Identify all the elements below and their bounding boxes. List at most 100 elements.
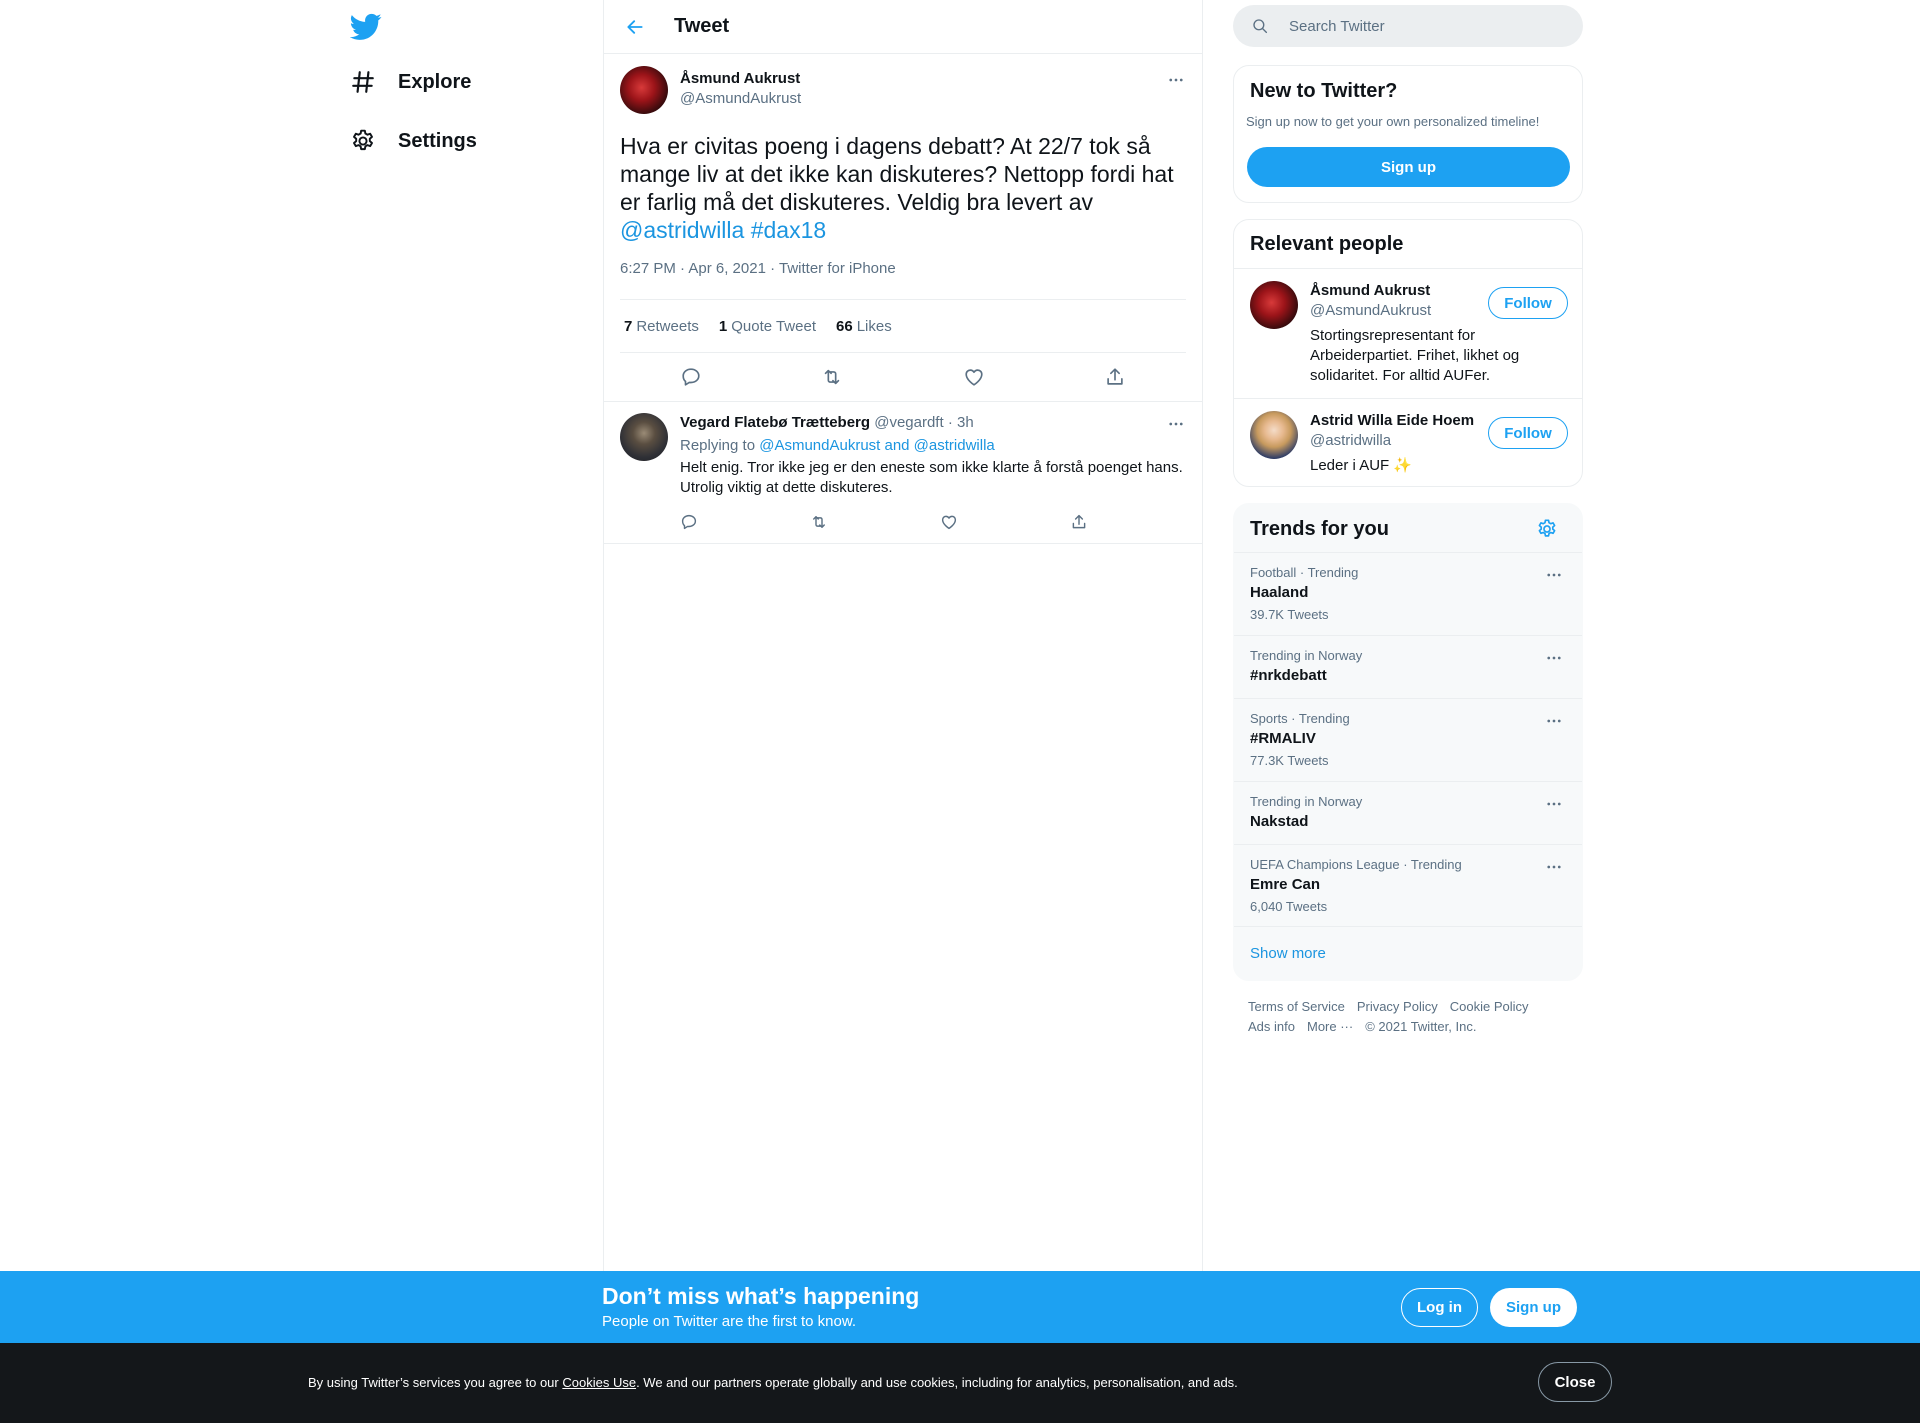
cookie-close-button[interactable]: Close — [1538, 1362, 1612, 1402]
more-options-icon[interactable] — [1164, 412, 1188, 436]
reply-author-handle[interactable]: @vegardft — [874, 414, 943, 431]
author-avatar[interactable] — [620, 66, 668, 114]
likes-label: Likes — [856, 317, 892, 335]
hashtag-icon — [350, 69, 376, 95]
replying-to-users[interactable]: @AsmundAukrust and @astridwilla — [759, 437, 995, 454]
trend-item[interactable]: Football · Trending Haaland 39.7K Tweets — [1234, 552, 1582, 635]
relevant-people-title: Relevant people — [1250, 233, 1404, 255]
footer-link[interactable]: Cookie Policy — [1450, 999, 1529, 1014]
quotes-label: Quote Tweet — [731, 317, 816, 335]
trend-name: Haaland — [1250, 584, 1309, 601]
trend-count: 77.3K Tweets — [1250, 753, 1329, 768]
tweet-stats: 7 Retweets 1 Quote Tweet 66 Likes — [620, 300, 1186, 353]
more-options-icon[interactable] — [1542, 857, 1566, 877]
reply-author-avatar[interactable] — [620, 413, 668, 461]
cookie-text-after: . We and our partners operate globally a… — [636, 1375, 1238, 1390]
person-name[interactable]: Åsmund Aukrust — [1310, 282, 1430, 299]
banner-subtitle: People on Twitter are the first to know. — [602, 1313, 857, 1330]
person-bio: Stortingsrepresentant for Arbeiderpartie… — [1310, 327, 1520, 384]
new-to-twitter-title: New to Twitter? — [1250, 80, 1398, 102]
retweets-count: 7 — [624, 317, 633, 335]
twitter-bird-icon[interactable] — [349, 10, 382, 42]
search-box[interactable] — [1233, 5, 1583, 47]
person-asmund[interactable]: Åsmund Aukrust @AsmundAukrust Stortingsr… — [1234, 268, 1582, 398]
trend-item[interactable]: Trending in Norway #nrkdebatt — [1234, 635, 1582, 698]
page-title: Tweet — [674, 15, 730, 37]
likes-stat[interactable]: 66 Likes — [836, 318, 892, 335]
show-more-link[interactable]: Show more — [1250, 945, 1326, 962]
retweet-icon[interactable] — [810, 510, 828, 534]
person-avatar[interactable] — [1250, 281, 1298, 329]
retweets-stat[interactable]: 7 Retweets — [624, 318, 699, 335]
footer-link[interactable]: Privacy Policy — [1357, 999, 1438, 1014]
new-to-twitter-subtitle: Sign up now to get your own personalized… — [1246, 114, 1540, 129]
reply-text: Helt enig. Tror ikke jeg er den eneste s… — [680, 459, 1183, 496]
footer-link[interactable]: Ads info — [1248, 1019, 1295, 1034]
signup-banner: Don’t miss what’s happening People on Tw… — [0, 1271, 1920, 1343]
retweets-label: Retweets — [636, 317, 699, 335]
more-options-icon[interactable] — [1164, 68, 1188, 92]
trend-context: Football · Trending — [1250, 565, 1359, 580]
reply-time[interactable]: · 3h — [948, 414, 974, 431]
trend-context: Trending in Norway — [1250, 794, 1363, 809]
more-options-icon[interactable] — [1542, 711, 1566, 731]
trends-title: Trends for you — [1250, 518, 1389, 540]
trend-item[interactable]: Trending in Norway Nakstad — [1234, 781, 1582, 844]
person-name[interactable]: Astrid Willa Eide Hoem — [1310, 412, 1474, 429]
like-icon[interactable] — [957, 360, 991, 394]
author-handle[interactable]: @AsmundAukrust — [680, 89, 801, 109]
main-column: Tweet Åsmund Aukrust @AsmundAukrust Hva … — [603, 0, 1203, 1271]
reply-actions — [680, 510, 1200, 534]
nav-settings-label: Settings — [398, 129, 477, 152]
login-button[interactable]: Log in — [1401, 1288, 1478, 1327]
tweet-meta[interactable]: 6:27 PM · Apr 6, 2021 · Twitter for iPho… — [620, 260, 1186, 300]
trend-count: 39.7K Tweets — [1250, 607, 1329, 622]
trends-card: Trends for you Football · Trending Haala… — [1233, 503, 1583, 981]
reply-author-name[interactable]: Vegard Flatebø Trætteberg — [680, 414, 870, 431]
reply-icon[interactable] — [680, 510, 698, 534]
trend-name: #RMALIV — [1250, 730, 1316, 747]
nav-explore-label: Explore — [398, 70, 472, 93]
footer-more-link[interactable]: More ··· — [1307, 1019, 1353, 1034]
sidebar-signup-button[interactable]: Sign up — [1247, 147, 1570, 187]
footer-link[interactable]: Terms of Service — [1248, 999, 1345, 1014]
person-handle[interactable]: @AsmundAukrust — [1310, 302, 1431, 319]
search-input[interactable] — [1289, 17, 1569, 35]
share-icon[interactable] — [1070, 510, 1088, 534]
banner-signup-button[interactable]: Sign up — [1490, 1288, 1577, 1327]
more-options-icon[interactable] — [1542, 794, 1566, 814]
trend-name: #nrkdebatt — [1250, 667, 1327, 684]
person-avatar[interactable] — [1250, 411, 1298, 459]
more-options-icon[interactable] — [1542, 648, 1566, 668]
retweet-icon[interactable] — [815, 360, 849, 394]
cookies-use-link[interactable]: Cookies Use — [562, 1375, 636, 1390]
quote-tweets-stat[interactable]: 1 Quote Tweet — [719, 318, 816, 335]
banner-title: Don’t miss what’s happening — [602, 1283, 920, 1309]
tweet-hashtag-link[interactable]: #dax18 — [751, 217, 826, 243]
search-icon — [1251, 17, 1269, 35]
nav-settings[interactable]: Settings — [350, 121, 477, 161]
nav-explore[interactable]: Explore — [350, 62, 471, 102]
trend-item[interactable]: Sports · Trending #RMALIV 77.3K Tweets — [1234, 698, 1582, 781]
quotes-count: 1 — [718, 317, 728, 335]
trend-context: Trending in Norway — [1250, 648, 1363, 663]
person-astrid[interactable]: Astrid Willa Eide Hoem @astridwilla Lede… — [1234, 398, 1582, 486]
relevant-people-card: Relevant people Åsmund Aukrust @AsmundAu… — [1233, 219, 1583, 487]
more-options-icon[interactable] — [1542, 565, 1566, 585]
gear-icon[interactable] — [1536, 518, 1560, 542]
trend-item[interactable]: UEFA Champions League · Trending Emre Ca… — [1234, 844, 1582, 927]
tweet-mention-link[interactable]: @astridwilla — [620, 217, 744, 243]
author-name[interactable]: Åsmund Aukrust — [680, 69, 801, 89]
back-arrow-icon[interactable] — [616, 8, 654, 46]
copyright: © 2021 Twitter, Inc. — [1365, 1019, 1477, 1034]
trend-name: Emre Can — [1250, 876, 1321, 893]
reply-icon[interactable] — [674, 360, 708, 394]
likes-count: 66 — [836, 317, 853, 335]
like-icon[interactable] — [940, 510, 958, 534]
main-header: Tweet — [604, 0, 1202, 54]
follow-button[interactable]: Follow — [1488, 417, 1568, 449]
reply-tweet[interactable]: Vegard Flatebø Trætteberg @vegardft · 3h… — [604, 401, 1202, 544]
share-icon[interactable] — [1098, 360, 1132, 394]
follow-button[interactable]: Follow — [1488, 287, 1568, 319]
person-handle[interactable]: @astridwilla — [1310, 432, 1391, 449]
